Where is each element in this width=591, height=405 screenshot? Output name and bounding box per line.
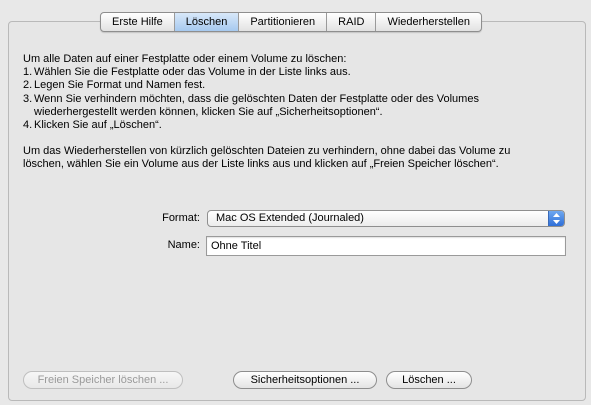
name-field[interactable]: Ohne Titel — [206, 236, 566, 256]
instruction-step: 1. Wählen Sie die Festplatte oder das Vo… — [23, 66, 568, 79]
step-text: Legen Sie Format und Namen fest. — [34, 79, 206, 92]
tab-raid[interactable]: RAID — [327, 13, 377, 31]
tab-first-aid[interactable]: Erste Hilfe — [101, 13, 175, 31]
step-text: Klicken Sie auf „Löschen“. — [34, 119, 162, 132]
tab-erase[interactable]: Löschen — [174, 13, 240, 31]
step-text: Wählen Sie die Festplatte oder das Volum… — [34, 66, 351, 79]
instructions-intro: Um alle Daten auf einer Festplatte oder … — [23, 53, 347, 65]
erase-button[interactable]: Löschen ... — [386, 371, 472, 389]
erase-free-space-button[interactable]: Freien Speicher löschen ... — [23, 371, 183, 389]
instruction-step: 4. Klicken Sie auf „Löschen“. — [23, 119, 568, 132]
tab-bar: Erste Hilfe Löschen Partitionieren RAID … — [100, 12, 482, 32]
step-text-continued: wiederhergestellt werden können, klicken… — [34, 105, 383, 118]
step-number: 4. — [23, 119, 33, 132]
instructions: Um alle Daten auf einer Festplatte oder … — [23, 53, 568, 172]
instruction-step: 3. Wenn Sie verhindern möchten, dass die… — [23, 93, 568, 119]
step-number: 1. — [23, 66, 33, 79]
name-label: Name: — [167, 239, 200, 251]
tab-restore[interactable]: Wiederherstellen — [376, 13, 481, 31]
tab-partition[interactable]: Partitionieren — [239, 13, 328, 31]
instruction-step: 2. Legen Sie Format und Namen fest. — [23, 79, 568, 92]
step-text: Wenn Sie verhindern möchten, dass die ge… — [34, 92, 479, 105]
updown-arrows-icon — [548, 211, 564, 226]
step-number: 3. — [23, 92, 33, 105]
format-popup[interactable]: Mac OS Extended (Journaled) — [207, 210, 565, 227]
format-label: Format: — [162, 212, 200, 224]
free-space-text-line: löschen, wählen Sie ein Volume aus der L… — [23, 158, 499, 171]
free-space-explanation: Um das Wiederherstellen von kürzlich gel… — [23, 145, 568, 171]
free-space-text-line: Um das Wiederherstellen von kürzlich gel… — [23, 145, 511, 158]
step-number: 2. — [23, 79, 33, 92]
format-value: Mac OS Extended (Journaled) — [216, 212, 364, 224]
security-options-button[interactable]: Sicherheitsoptionen ... — [233, 371, 377, 389]
